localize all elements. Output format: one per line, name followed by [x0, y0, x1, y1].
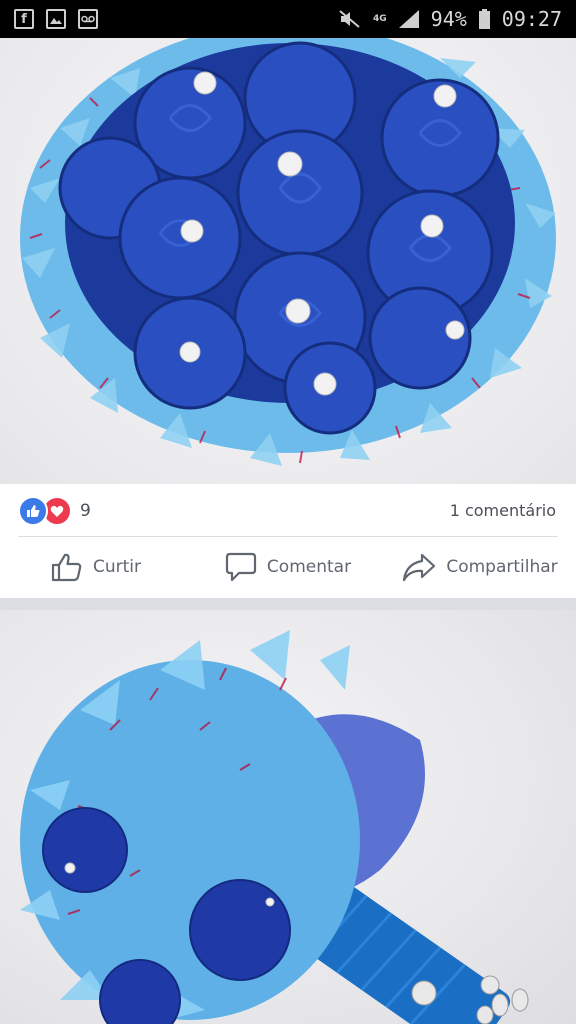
reaction-summary[interactable]: 9: [18, 496, 91, 526]
facebook-icon: f: [14, 9, 34, 29]
battery-icon: [478, 9, 490, 29]
battery-percent: 94%: [430, 7, 467, 31]
comment-label: Comentar: [266, 557, 352, 577]
voicemail-icon: [78, 9, 98, 29]
like-button[interactable]: Curtir: [0, 552, 192, 582]
post-engagement-card: 9 1 comentário Curtir Comentar Compartil…: [0, 484, 576, 598]
post-separator: [0, 598, 576, 610]
share-icon: [403, 553, 436, 582]
status-right-icons: 4G 94% 09:27: [339, 7, 562, 31]
share-label: Compartilhar: [446, 557, 558, 577]
comment-icon: [225, 552, 257, 582]
post-actions: Curtir Comentar Compartilhar: [0, 537, 576, 597]
reaction-count: 9: [80, 501, 91, 521]
network-type: 4G: [373, 13, 387, 24]
signal-icon: [398, 10, 419, 28]
share-button[interactable]: Compartilhar: [384, 552, 576, 582]
gallery-icon: [46, 9, 66, 29]
post-photo-bouquet-bottom[interactable]: [0, 610, 576, 1024]
bouquet-handle-illustration: [20, 630, 529, 1024]
like-reaction-icon: [18, 496, 48, 526]
post-photo-bouquet-top[interactable]: [0, 38, 576, 484]
mute-icon: [339, 10, 360, 28]
status-left-icons: f: [14, 9, 98, 29]
like-label: Curtir: [92, 557, 141, 577]
thumbs-up-icon: [51, 553, 82, 582]
comment-button[interactable]: Comentar: [192, 552, 384, 582]
clock: 09:27: [501, 7, 562, 31]
bouquet-illustration: [20, 38, 556, 466]
status-bar: f 4G 94% 09:27: [0, 0, 576, 38]
comment-count-link[interactable]: 1 comentário: [450, 501, 556, 520]
